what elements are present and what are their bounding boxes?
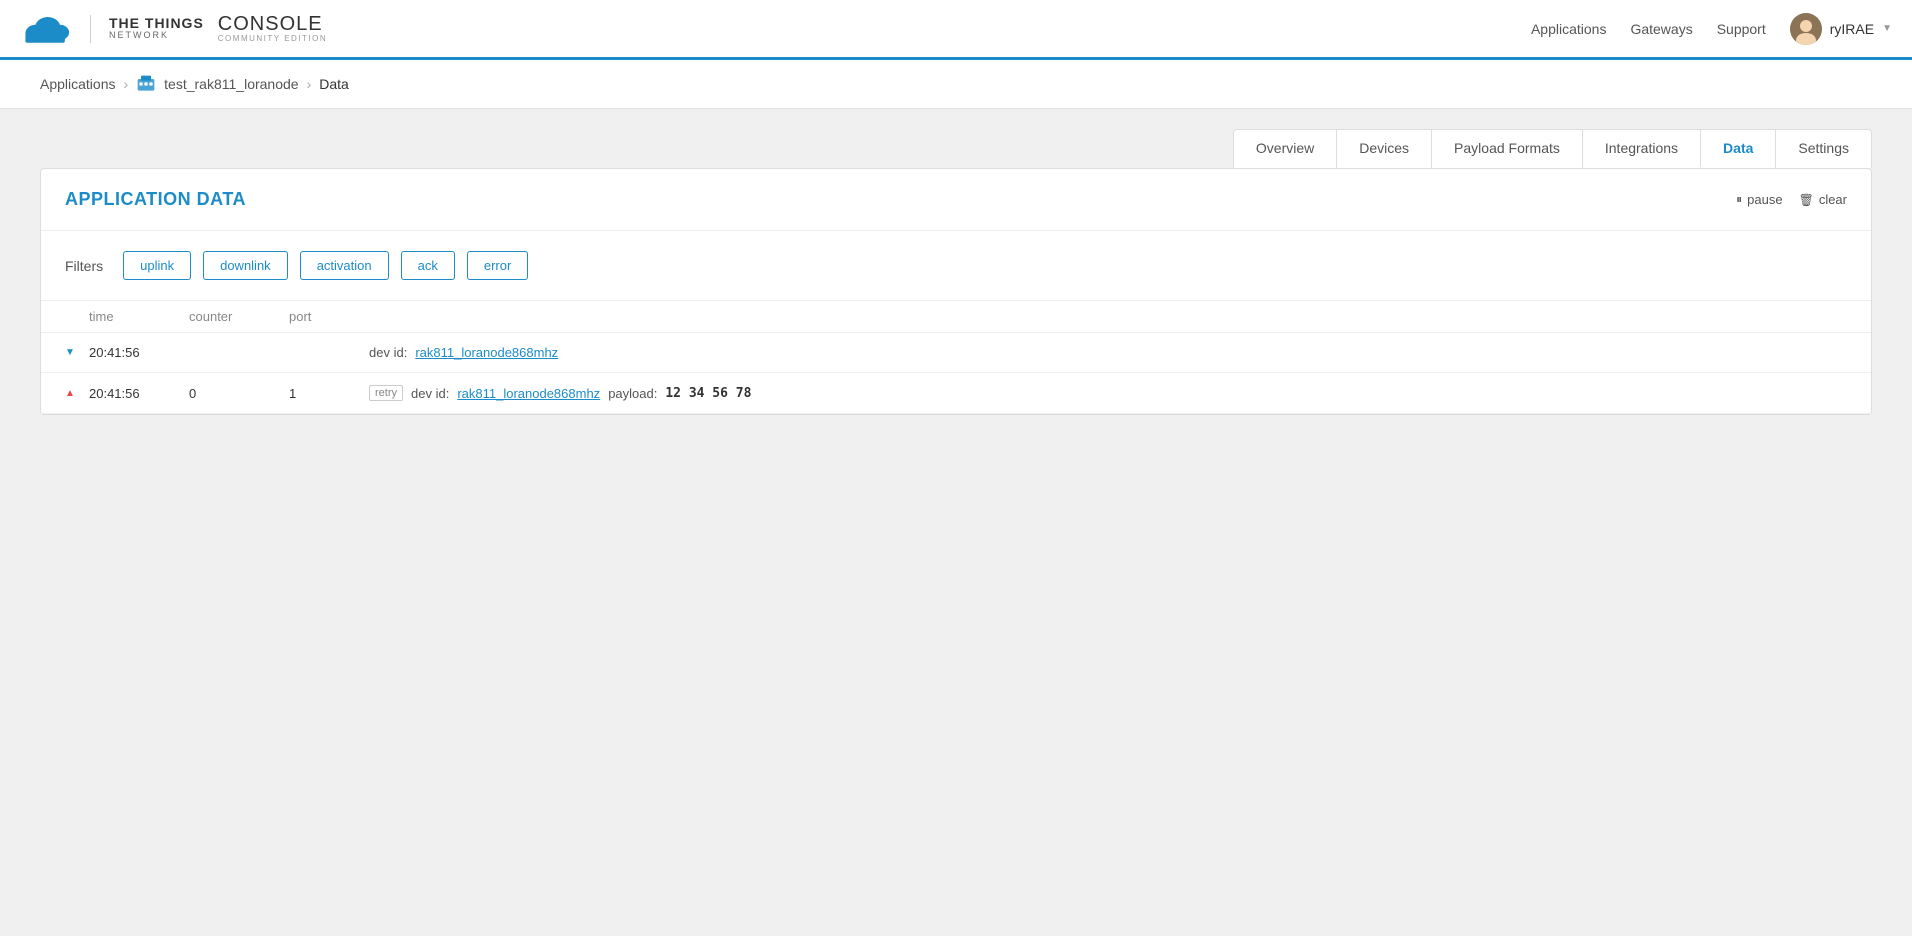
breadcrumb-sep-1: › [124, 76, 129, 92]
username-label: ryIRAE [1830, 21, 1874, 37]
console-text: CONSOLE COMMUNITY EDITION [218, 13, 327, 44]
breadcrumb-current: Data [319, 76, 349, 92]
trash-icon: 🗑 [1799, 193, 1814, 207]
user-menu[interactable]: ryIRAE ▼ [1790, 13, 1892, 45]
time-row1: 20:41:56 [89, 345, 189, 360]
header-actions: ⏸ pause 🗑 clear [1736, 192, 1847, 207]
data-content-row1: dev id: rak811_loranode868mhz [369, 345, 1847, 360]
pause-icon: ⏸ [1736, 192, 1742, 207]
avatar [1790, 13, 1822, 45]
table-row: ▼ 20:41:56 dev id: rak811_loranode868mhz [41, 333, 1871, 373]
app-data-title: APPLICATION DATA [65, 189, 246, 210]
dev-id-link-row1[interactable]: rak811_loranode868mhz [415, 345, 558, 360]
nav-support[interactable]: Support [1717, 21, 1766, 37]
data-content-row2: retry dev id: rak811_loranode868mhz payl… [369, 385, 1847, 401]
clear-button[interactable]: 🗑 clear [1799, 192, 1847, 207]
console-main: CONSOLE [218, 13, 327, 35]
app-data-header: APPLICATION DATA ⏸ pause 🗑 clear [41, 169, 1871, 231]
tab-integrations[interactable]: Integrations [1582, 129, 1701, 168]
console-sub: COMMUNITY EDITION [218, 35, 327, 44]
brand-text: THE THINGS NETWORK [109, 16, 204, 41]
chevron-down-icon: ▼ [1882, 23, 1892, 34]
table-header: time counter port [41, 301, 1871, 333]
navbar: THE THINGS NETWORK CONSOLE COMMUNITY EDI… [0, 0, 1912, 60]
filter-activation[interactable]: activation [300, 251, 389, 280]
filter-uplink[interactable]: uplink [123, 251, 191, 280]
port-row2: 1 [289, 386, 369, 401]
retry-badge: retry [369, 385, 403, 401]
filters-row: Filters uplink downlink activation ack e… [41, 231, 1871, 301]
filter-downlink[interactable]: downlink [203, 251, 288, 280]
breadcrumb-app-name[interactable]: test_rak811_loranode [164, 76, 298, 92]
col-counter-header: counter [189, 309, 289, 324]
brand-network: NETWORK [109, 31, 204, 41]
tab-overview[interactable]: Overview [1233, 129, 1337, 168]
breadcrumb: Applications › test_rak811_loranode › Da… [0, 60, 1912, 109]
logo-divider [90, 15, 91, 43]
dev-id-link-row2[interactable]: rak811_loranode868mhz [457, 386, 600, 401]
time-row2: 20:41:56 [89, 386, 189, 401]
dev-id-label-row1: dev id: [369, 345, 407, 360]
tab-settings[interactable]: Settings [1775, 129, 1872, 168]
ttn-logo-icon [20, 11, 72, 47]
payload-value-row2: 12 34 56 78 [665, 386, 751, 401]
app-icon [136, 74, 156, 94]
tab-devices[interactable]: Devices [1336, 129, 1432, 168]
nav-gateways[interactable]: Gateways [1630, 21, 1692, 37]
page-content: Overview Devices Payload Formats Integra… [0, 109, 1912, 925]
clear-label: clear [1819, 192, 1847, 207]
col-port-header: port [289, 309, 369, 324]
col-time-header: time [89, 309, 189, 324]
nav-applications[interactable]: Applications [1531, 21, 1607, 37]
navbar-right: Applications Gateways Support ryIRAE ▼ [1531, 13, 1892, 45]
expand-icon-row2[interactable]: ▲ [65, 388, 89, 399]
dev-id-label-row2: dev id: [411, 386, 449, 401]
pause-button[interactable]: ⏸ pause [1736, 192, 1782, 207]
navbar-left: THE THINGS NETWORK CONSOLE COMMUNITY EDI… [20, 11, 327, 47]
filters-label: Filters [65, 258, 103, 274]
tab-data[interactable]: Data [1700, 129, 1776, 168]
breadcrumb-applications[interactable]: Applications [40, 76, 116, 92]
tab-payload-formats[interactable]: Payload Formats [1431, 129, 1583, 168]
avatar-icon [1790, 13, 1822, 45]
filter-ack[interactable]: ack [401, 251, 455, 280]
breadcrumb-sep-2: › [307, 76, 312, 92]
pause-label: pause [1747, 192, 1782, 207]
tab-navigation: Overview Devices Payload Formats Integra… [40, 109, 1872, 168]
payload-label-row2: payload: [608, 386, 657, 401]
brand-ttn: THE THINGS [109, 16, 204, 31]
filter-error[interactable]: error [467, 251, 528, 280]
app-data-container: APPLICATION DATA ⏸ pause 🗑 clear Filters… [40, 168, 1872, 415]
expand-icon-row1[interactable]: ▼ [65, 347, 89, 358]
counter-row2: 0 [189, 386, 289, 401]
table-row: ▲ 20:41:56 0 1 retry dev id: rak811_lora… [41, 373, 1871, 414]
